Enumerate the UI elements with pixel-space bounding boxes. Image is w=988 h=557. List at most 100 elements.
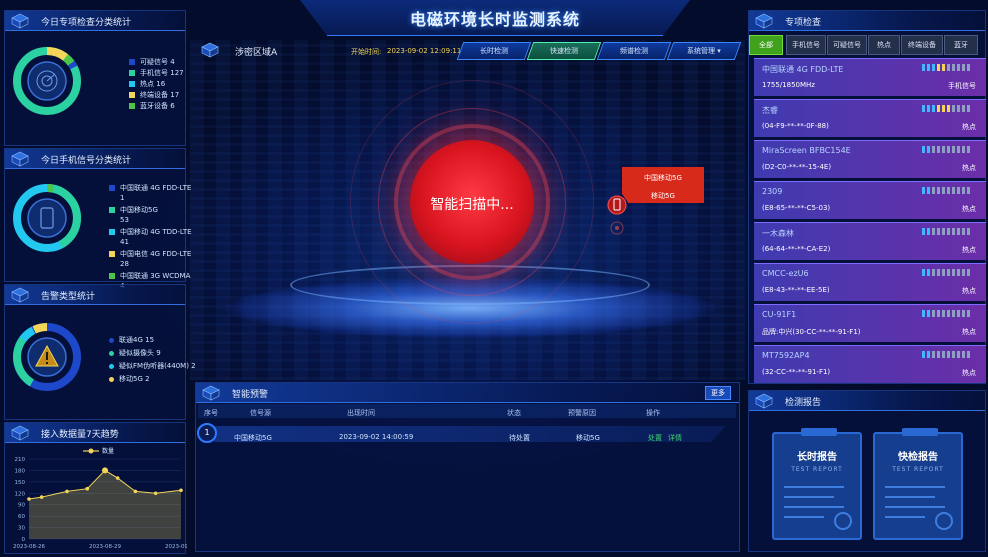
- legend-item: 蓝牙设备 6: [129, 101, 184, 112]
- long-term-report-button[interactable]: 长时报告 TEST REPORT: [772, 428, 862, 540]
- detail-link[interactable]: 详情: [668, 433, 682, 443]
- trend-point: [153, 491, 158, 496]
- signal-bar: [962, 228, 965, 235]
- inspection-donut: [13, 47, 81, 115]
- signal-strength-bars: [920, 310, 970, 317]
- filter-suspicious[interactable]: 可疑信号: [827, 35, 867, 55]
- signal-bar: [952, 310, 955, 317]
- signal-name: 2309: [762, 187, 783, 196]
- signal-bar: [947, 64, 950, 71]
- tab-system-menu[interactable]: 系统管理 ▾: [666, 42, 742, 60]
- signal-bar: [967, 310, 970, 317]
- signal-strength-bars: [920, 146, 970, 153]
- tab-quick-detect[interactable]: 快速检测: [526, 42, 602, 60]
- col-time: 出现时间: [347, 409, 375, 417]
- legend-item: 中国移动5G 53: [109, 205, 192, 227]
- filter-terminal[interactable]: 终端设备: [901, 35, 943, 55]
- alert-popup[interactable]: 中国移动5G 移动5G: [622, 167, 704, 203]
- signal-bar: [947, 269, 950, 276]
- signal-bar: [962, 146, 965, 153]
- signal-bar: [942, 187, 945, 194]
- legend-item: 疑似FM伪听器(440M) 2: [109, 361, 196, 374]
- signal-detail: 品牌:中兴(30-CC-**-**-91-F1): [762, 328, 861, 336]
- signal-bar: [932, 351, 935, 358]
- panel-title: 告警类型统计: [41, 292, 96, 302]
- legend-item: 联通4G 15: [109, 335, 196, 348]
- signal-name: CMCC-ezU6: [762, 269, 809, 278]
- handle-link[interactable]: 处置: [648, 433, 662, 443]
- signal-bar: [952, 228, 955, 235]
- signal-card[interactable]: MiraScreen BFBC154E (D2-C0-**-**-15-4E) 热点: [754, 140, 986, 178]
- alert-popup-line2: 移动5G: [651, 192, 675, 200]
- report-line: [885, 506, 945, 508]
- col-reason: 预警原因: [568, 409, 596, 417]
- signal-bar: [932, 146, 935, 153]
- filter-hotspot[interactable]: 热点: [868, 35, 900, 55]
- signal-card[interactable]: 杰睿 (04-F9-**-**-0F-88) 热点: [754, 99, 986, 137]
- signal-bar: [952, 64, 955, 71]
- filter-mobile[interactable]: 手机信号: [786, 35, 826, 55]
- signal-type: 热点: [962, 164, 976, 172]
- panel-title: 专项检查: [785, 18, 822, 28]
- signal-bar: [947, 187, 950, 194]
- signal-card[interactable]: CMCC-ezU6 (E8-43-**-**-EE-5E) 热点: [754, 263, 986, 301]
- legend-item: 终端设备 17: [129, 90, 184, 101]
- signal-bar: [922, 105, 925, 112]
- signal-bar: [952, 351, 955, 358]
- tab-long-term[interactable]: 长时检测: [456, 42, 532, 60]
- signal-strength-bars: [920, 269, 970, 276]
- report-line: [784, 496, 834, 498]
- mobile-donut: [13, 184, 81, 252]
- row-source: 中国移动5G: [234, 434, 272, 442]
- signal-bar: [937, 228, 940, 235]
- signal-bar: [962, 310, 965, 317]
- signal-card[interactable]: 中国联通 4G FDD-LTE 1755/1850MHz 手机信号: [754, 58, 986, 96]
- signal-detail: (64-64-**-**-CA-E2): [762, 245, 831, 253]
- mobile-legend: 中国联通 4G FDD-LTE 1 中国移动5G 53 中国移动 4G TDD-LT…: [109, 183, 192, 293]
- signal-card[interactable]: 一木森林 (64-64-**-**-CA-E2) 热点: [754, 222, 986, 260]
- signal-detail: (E8-65-**-**-C5-03): [762, 204, 831, 212]
- signal-strength-bars: [920, 351, 970, 358]
- signal-name: MiraScreen BFBC154E: [762, 146, 851, 155]
- signal-bar: [927, 64, 930, 71]
- panel-trend: 接入数据量7天趋势 数量 0 30 60 90 120 150 180 210 2023-08-…: [4, 422, 187, 554]
- col-no: 序号: [204, 409, 218, 417]
- signal-card[interactable]: MT7592AP4 (32-CC-**-**-91-F1) 热点: [754, 345, 986, 383]
- panel-mobile-signals: 今日手机信号分类统计 中国联通 4G FDD-LTE 1 中国移动5G 53 中国移…: [4, 148, 192, 290]
- clipboard-clip-icon: [801, 428, 837, 436]
- signal-bar: [932, 228, 935, 235]
- app-title: 电磁环境长时监测系统: [409, 10, 580, 29]
- signal-bar: [927, 351, 930, 358]
- panel-alert-types: 告警类型统计 联通4G 15 疑似摄像头 9 疑似FM伪听器(440M) 2 移…: [4, 284, 196, 420]
- signal-type: 热点: [962, 123, 976, 131]
- signal-name: 中国联通 4G FDD-LTE: [762, 65, 844, 74]
- row-reason: 移动5G: [576, 434, 600, 442]
- trend-point: [133, 489, 138, 494]
- signal-marker-icon[interactable]: [606, 194, 628, 238]
- filter-bluetooth[interactable]: 蓝牙: [944, 35, 978, 55]
- cube-icon: [11, 287, 29, 303]
- signal-bar: [937, 351, 940, 358]
- quick-report-button[interactable]: 快检报告 TEST REPORT: [873, 428, 963, 540]
- panel-title: 今日手机信号分类统计: [41, 156, 132, 166]
- y-tick-label: 150: [15, 480, 26, 486]
- report-line: [784, 486, 844, 488]
- more-button[interactable]: 更多: [705, 386, 731, 400]
- report-subtitle: TEST REPORT: [892, 466, 944, 473]
- signal-card[interactable]: CU-91F1 品牌:中兴(30-CC-**-**-91-F1) 热点: [754, 304, 986, 342]
- signal-bar: [937, 310, 940, 317]
- signal-bar: [932, 269, 935, 276]
- signal-bar: [932, 187, 935, 194]
- report-subtitle: TEST REPORT: [791, 466, 843, 473]
- panel-header: 接入数据量7天趋势: [5, 423, 185, 443]
- signal-card[interactable]: 2309 (E8-65-**-**-C5-03) 热点: [754, 181, 986, 219]
- trend-point: [115, 476, 120, 480]
- filter-all[interactable]: 全部: [749, 35, 783, 55]
- cube-icon: [11, 151, 29, 167]
- signal-type: 热点: [962, 205, 976, 213]
- signal-bar: [922, 351, 925, 358]
- signal-bar: [937, 64, 940, 71]
- signal-bar: [942, 64, 945, 71]
- cube-icon: [202, 385, 220, 401]
- tab-spectrum[interactable]: 频谱检测: [596, 42, 672, 60]
